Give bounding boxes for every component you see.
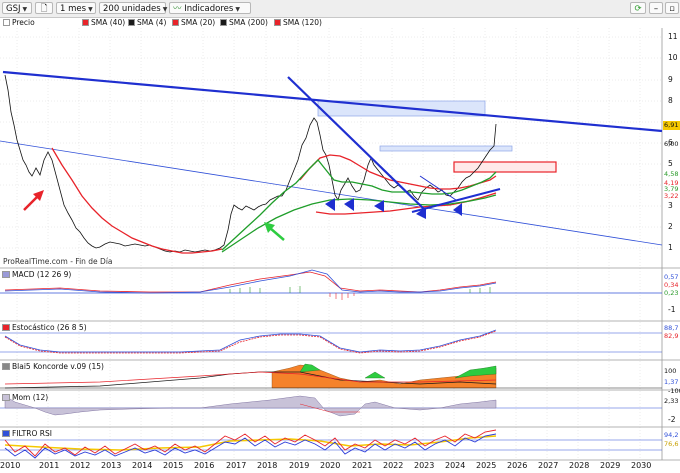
stochastic-label[interactable]: Estocástico (26 8 5) xyxy=(2,323,87,332)
sma-green-long xyxy=(221,194,497,253)
koncorde-icon xyxy=(2,363,10,370)
price-tag: 6,00 xyxy=(664,140,679,148)
price-grid xyxy=(0,28,662,460)
green-arrow-icon xyxy=(264,222,285,241)
sma-120-line xyxy=(51,147,223,254)
price-axis-tick: 5 xyxy=(668,159,673,168)
target-zone-box[interactable] xyxy=(453,161,557,173)
year-tick: 2024 xyxy=(445,461,466,470)
blue-marker-icons xyxy=(325,198,462,219)
year-tick: 2010 xyxy=(0,461,21,470)
macd-axis-tick: -1 xyxy=(668,305,676,314)
year-tick: 2018 xyxy=(257,461,278,470)
price-tag: 3,22 xyxy=(664,192,679,200)
macd-tag: 0,34 xyxy=(664,281,679,289)
price-axis-tick: 2 xyxy=(668,222,673,231)
macd-tag: 0,23 xyxy=(664,289,679,297)
year-tick: 2017 xyxy=(226,461,247,470)
rsi-label-text: FILTRO RSI xyxy=(12,429,52,438)
long-term-resistance-line[interactable] xyxy=(2,70,663,133)
momentum-label[interactable]: Mom (12) xyxy=(2,393,48,402)
year-tick: 2012 xyxy=(70,461,91,470)
koncorde-label[interactable]: Blai5 Koncorde v.09 (15) xyxy=(2,362,104,371)
year-tick: 2028 xyxy=(569,461,590,470)
rsi-label[interactable]: FILTRO RSI xyxy=(2,429,52,438)
year-tick: 2015 xyxy=(163,461,184,470)
stoch-tag: 88,7 xyxy=(664,324,679,332)
mom-tag: 2,33 xyxy=(664,397,679,405)
year-tick: 2014 xyxy=(132,461,153,470)
momentum-label-text: Mom (12) xyxy=(12,393,49,402)
koncorde-label-text: Blai5 Koncorde v.09 (15) xyxy=(12,362,104,371)
year-tick: 2025 xyxy=(476,461,497,470)
macd-icon xyxy=(2,271,10,278)
macd-tag: 0,57 xyxy=(664,273,679,281)
macd-label-text: MACD (12 26 9) xyxy=(12,270,72,279)
year-tick: 2019 xyxy=(289,461,310,470)
year-tick: 2020 xyxy=(320,461,341,470)
year-tick: 2011 xyxy=(39,461,60,470)
koncorde-tag: 100 xyxy=(664,367,677,375)
stochastic-icon xyxy=(2,324,10,331)
resistance-zone-mid[interactable] xyxy=(379,145,513,152)
macd-panel xyxy=(0,269,662,300)
price-axis-tick: 11 xyxy=(668,32,678,41)
stoch-tag: 82,9 xyxy=(664,332,679,340)
year-tick: 2023 xyxy=(414,461,435,470)
rsi-icon xyxy=(2,430,10,437)
koncorde-axis-tick: -100 xyxy=(668,387,680,395)
momentum-panel xyxy=(0,395,662,417)
year-tick: 2026 xyxy=(507,461,528,470)
chart-canvas[interactable] xyxy=(0,0,680,473)
macd-label[interactable]: MACD (12 26 9) xyxy=(2,270,71,279)
rsi-tag: 94,2 xyxy=(664,431,679,439)
rsi-filter-panel xyxy=(0,429,662,459)
year-tick: 2016 xyxy=(194,461,215,470)
price-axis-tick: 9 xyxy=(668,75,673,84)
support-trendline[interactable] xyxy=(0,140,663,246)
koncorde-tag: 1,37 xyxy=(664,378,679,386)
price-axis-tick: 1 xyxy=(668,243,673,252)
stochastic-label-text: Estocástico (26 8 5) xyxy=(12,323,87,332)
mom-axis-tick: -2 xyxy=(668,415,676,424)
year-tick: 2027 xyxy=(538,461,559,470)
year-tick: 2013 xyxy=(101,461,122,470)
watermark: ProRealTime.com - Fin de Día xyxy=(3,257,113,266)
year-tick: 2021 xyxy=(352,461,373,470)
downtrend-line[interactable] xyxy=(287,76,426,211)
price-axis-tick: 3 xyxy=(668,201,673,210)
year-tick: 2022 xyxy=(383,461,404,470)
rsi-tag: 76,6 xyxy=(664,440,679,448)
price-axis-tick: 8 xyxy=(668,96,673,105)
price-axis-tick: 10 xyxy=(668,53,678,62)
year-tick: 2030 xyxy=(631,461,652,470)
price-tag: 4,58 xyxy=(664,170,679,178)
momentum-icon xyxy=(2,394,10,401)
red-arrow-icon xyxy=(23,190,44,211)
stochastic-panel xyxy=(0,329,662,354)
triangle-line xyxy=(419,175,457,201)
price-tag-last: 6,91 xyxy=(664,121,679,129)
year-tick: 2029 xyxy=(600,461,621,470)
